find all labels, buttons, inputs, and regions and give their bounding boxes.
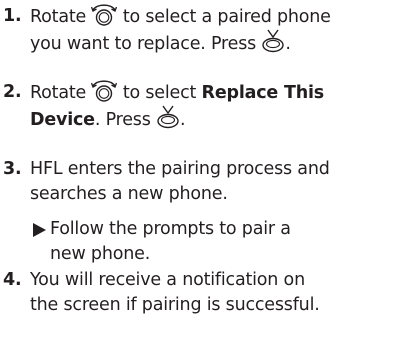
step-text: You will receive a notification on	[30, 270, 305, 290]
step-2-line-1: Rotate to select Replace This	[30, 80, 324, 106]
interface-dial-press-icon	[261, 29, 285, 53]
menu-option-label: Replace This	[201, 83, 325, 103]
step-text: Rotate	[30, 7, 87, 27]
step-text: .	[180, 110, 186, 130]
step-1-line-1: Rotate to select a paired phone	[30, 4, 331, 30]
step-text: Rotate	[30, 83, 87, 103]
interface-dial-rotate-icon	[91, 4, 118, 26]
step-1-line-2: you want to replace. Press .	[30, 29, 291, 57]
step-text: .	[285, 34, 291, 54]
step-text: HFL enters the pairing process and	[30, 159, 330, 179]
step-text: . Press	[94, 110, 151, 130]
play-arrow-icon	[33, 223, 46, 237]
menu-option-label: Device	[30, 110, 95, 130]
interface-dial-press-icon	[156, 105, 180, 129]
step-text: to select a paired phone	[122, 7, 331, 27]
substep-text: new phone.	[50, 244, 151, 264]
step-number: 2.	[3, 82, 22, 102]
step-text: you want to replace. Press	[30, 34, 257, 54]
step-text: the screen if pairing is successful.	[30, 295, 320, 315]
substep-text: Follow the prompts to pair a	[50, 219, 291, 239]
interface-dial-rotate-icon	[91, 80, 118, 102]
step-number: 4.	[3, 270, 22, 290]
step-2-line-2: Device. Press .	[30, 105, 186, 133]
step-number: 1.	[3, 6, 22, 26]
step-number: 3.	[3, 159, 22, 179]
step-text: searches a new phone.	[30, 184, 228, 204]
step-text: to select	[122, 83, 197, 103]
